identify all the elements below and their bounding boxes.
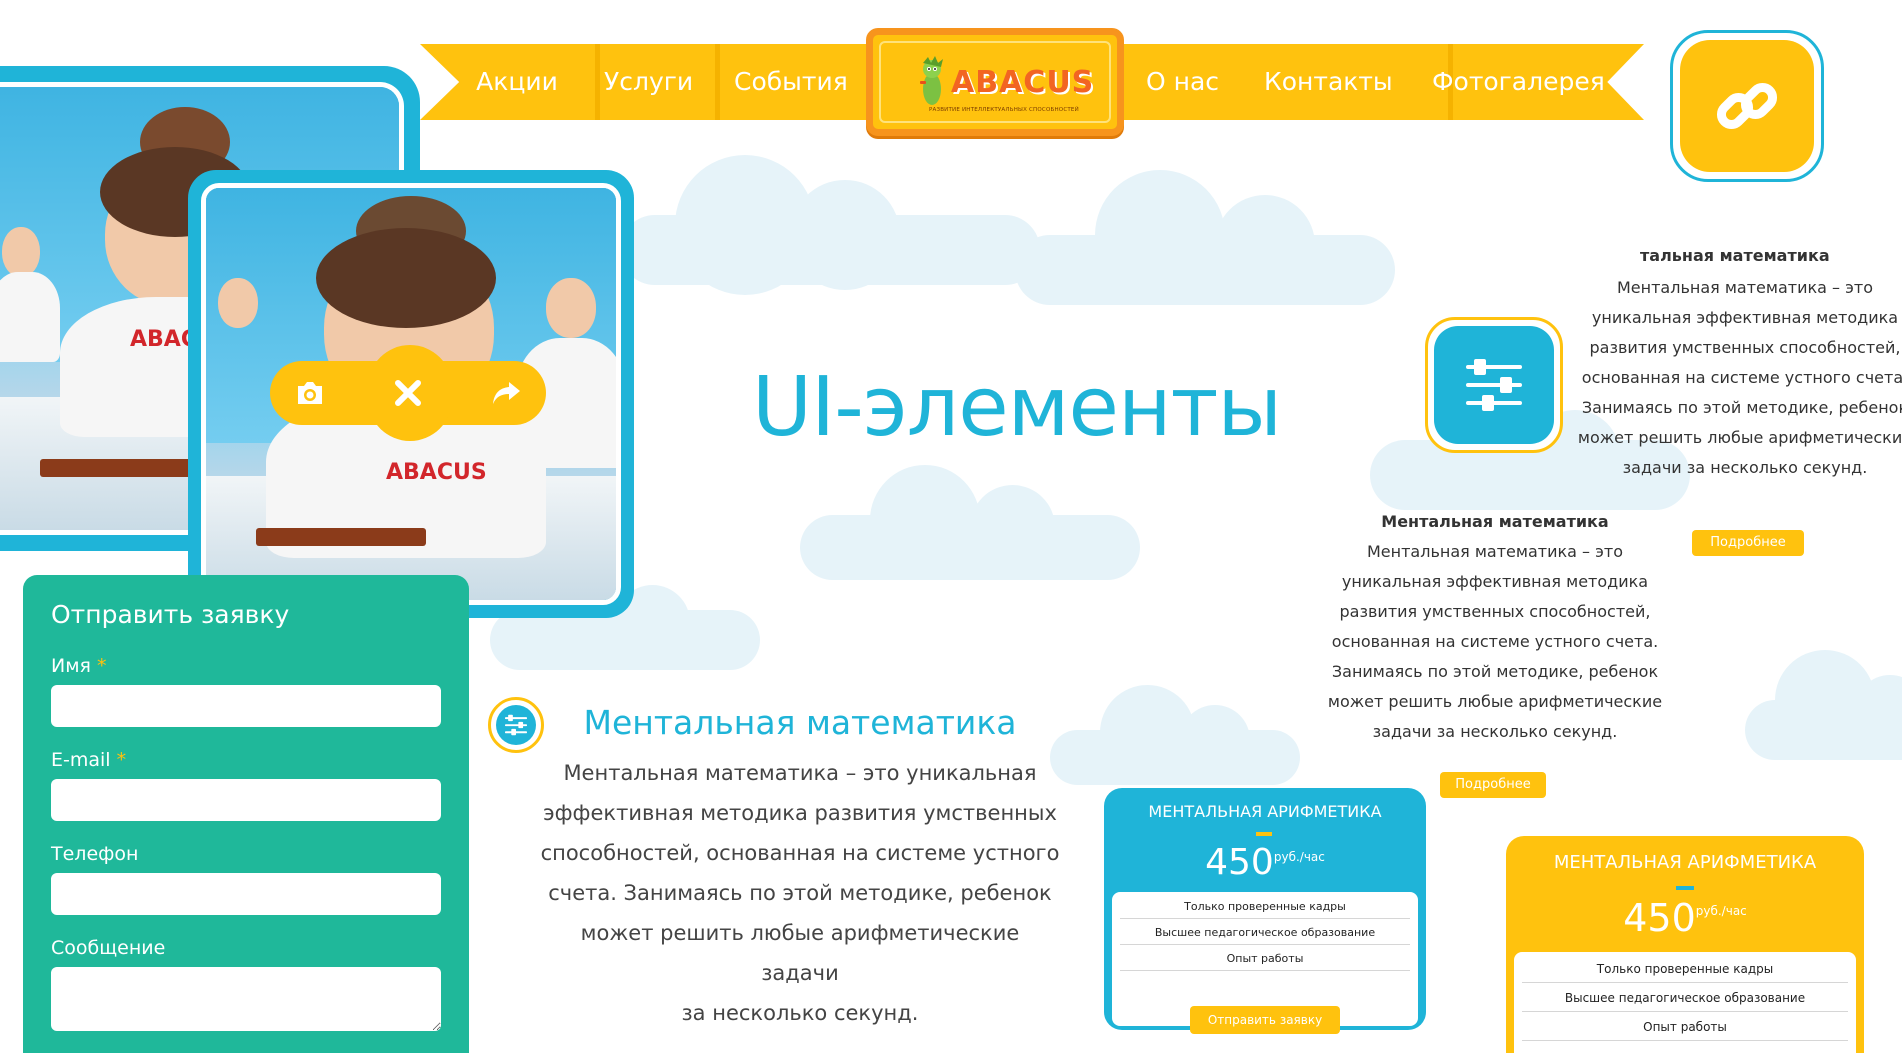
more-button[interactable]: Подробнее [1692,530,1804,556]
settings-icon-tile[interactable] [1425,317,1563,453]
email-label: E-mail * [51,749,127,771]
nav-item-services[interactable]: Услуги [604,44,693,120]
cloud-decoration [1015,170,1395,305]
feature-item: Опыт работы [1120,945,1410,971]
card-middle-title: Ментальная математика [1381,512,1609,531]
page: { "nav": { "items": [ {"label": "Акции"}… [0,0,1902,1053]
page-title: UI-элементы [752,360,1282,455]
nav-item-gallery[interactable]: Фотогалерея [1432,44,1605,120]
price-card-yellow: МЕНТАЛЬНАЯ АРИФМЕТИКА 450руб./час Только… [1506,836,1864,1053]
price-title: МЕНТАЛЬНАЯ АРИФМЕТИКА [1148,802,1382,821]
price-amount: 450руб./час [1623,896,1747,940]
phone-label: Телефон [51,843,139,865]
feature-item: Опыт работы [1522,1012,1848,1041]
feature-item: Только проверенные кадры [1522,952,1848,983]
card-right-title: тальная математика [1640,246,1830,265]
message-label: Сообщение [51,937,166,959]
price-card-blue: МЕНТАЛЬНАЯ АРИФМЕТИКА 450руб./час Только… [1104,788,1426,1034]
nav-item-contacts[interactable]: Контакты [1264,44,1393,120]
card-right-text: Ментальная математика – это уникальная э… [1577,278,1902,477]
more-button[interactable]: Подробнее [1440,772,1546,798]
form-title: Отправить заявку [51,600,290,629]
phone-field[interactable] [51,873,441,915]
close-icon [395,380,421,406]
sliders-icon [1466,359,1522,411]
site-logo[interactable]: ABACUS РАЗВИТИЕ ИНТЕЛЛЕКТУАЛЬНЫХ СПОСОБН… [866,28,1124,136]
main-card-title: Ментальная математика [583,703,1017,742]
submit-request-button[interactable]: Отправить заявку [1190,1006,1340,1034]
nav-item-promotions[interactable]: Акции [476,44,558,120]
mascot-icon [920,56,943,105]
main-card-text: Ментальная математика – это уникальная э… [540,761,1060,1025]
link-icon [1716,82,1778,130]
nav-item-events[interactable]: События [734,44,848,120]
feature-item: Высшее педагогическое образование [1120,919,1410,945]
camera-icon [298,382,322,404]
nav-item-about[interactable]: О нас [1146,44,1219,120]
name-field[interactable] [51,685,441,727]
share-icon [493,382,520,404]
cloud-decoration [490,570,760,670]
email-field[interactable] [51,779,441,821]
cloud-decoration [1050,685,1300,785]
price-amount: 450руб./час [1205,842,1325,883]
feature-item: Высшее педагогическое образование [1522,983,1848,1012]
price-title: МЕНТАЛЬНАЯ АРИФМЕТИКА [1553,852,1817,873]
cloud-decoration [800,465,1140,580]
message-field[interactable] [51,967,441,1031]
name-label: Имя * [51,655,107,677]
logo-tagline: РАЗВИТИЕ ИНТЕЛЛЕКТУАЛЬНЫХ СПОСОБНОСТЕЙ [929,107,1079,113]
close-button[interactable] [388,373,428,413]
cloud-decoration [620,155,1040,295]
shirt-print: ABACUS [386,460,487,485]
request-form: Отправить заявку Имя * E-mail * Телефон … [23,575,469,1053]
photo-action-toolbar [270,345,546,441]
card-middle-text: Ментальная математика – это уникальная э… [1327,542,1663,741]
feature-item: Только проверенные кадры [1120,892,1410,919]
link-button[interactable] [1670,30,1824,182]
cloud-decoration [1745,650,1902,760]
sliders-icon [505,714,527,736]
settings-icon-badge [488,697,544,753]
share-button[interactable] [486,373,526,413]
camera-button[interactable] [290,373,330,413]
logo-brand: ABACUS [951,65,1095,100]
